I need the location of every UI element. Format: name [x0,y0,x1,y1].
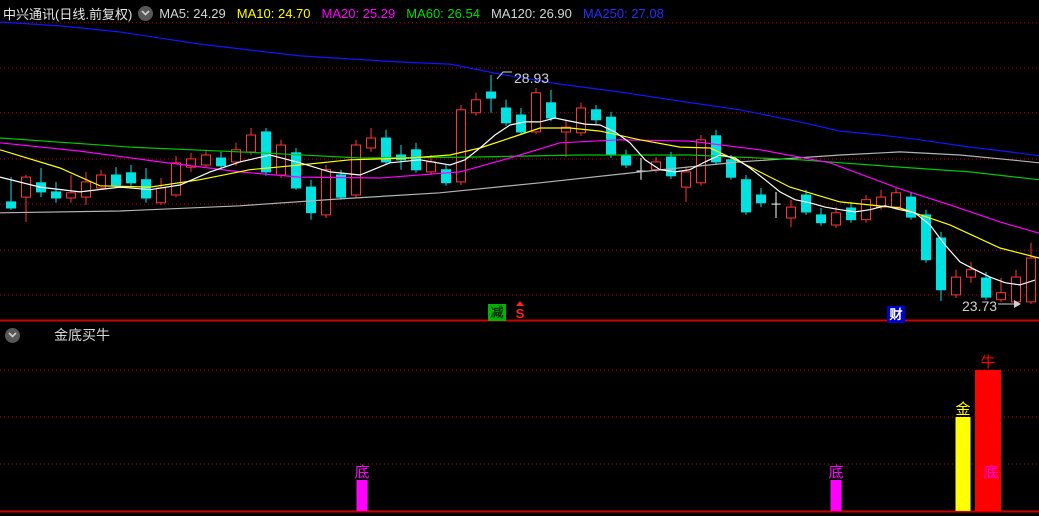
candle-body [741,179,751,213]
candle-body [696,139,706,184]
candle-body [501,107,511,124]
candle-body [831,212,841,226]
candle-body [306,186,316,214]
ma120-legend: MA120: 26.90 [490,5,572,21]
candle-body [621,154,631,166]
ma60-line [0,137,1039,181]
candle-body [936,237,946,291]
price-annotation: 28.93 [514,70,549,86]
ma250-line [0,21,1039,157]
candle-body [471,99,481,114]
candle-body [156,187,166,204]
price-annotation: 23.73 [962,298,997,314]
signal-bar [830,480,842,511]
ma20-legend: MA20: 25.29 [321,5,396,21]
candle-body [546,102,556,119]
candle-body [1011,276,1021,303]
indicator-title: 金底买牛 [54,327,110,343]
candle-body [681,171,691,188]
candle-body [201,154,211,166]
candle-body [366,137,376,149]
candle-body [426,161,436,173]
candle-body [6,201,16,209]
ma60-legend: MA60: 26.54 [406,5,480,21]
candle-body [261,131,271,173]
candle-body [336,174,346,198]
candle-body [591,109,601,121]
candle-body [351,144,361,196]
candle-body [111,174,121,186]
candle-body [801,194,811,213]
symbol-title: 中兴通讯(日线.前复权) [3,6,133,22]
ma10-line [0,127,1039,259]
sell-signal-label: S [516,306,525,321]
candle-body [966,269,976,278]
candle-body [756,194,766,204]
candle-body [816,214,826,224]
cai-badge-label: 财 [889,307,902,322]
stock-chart-app: 底 底 金 牛底 28.93 23.73 减 S 财 中兴通讯(日线.前复权) MA5: 24.… [0,0,1039,516]
candle-body [291,152,301,189]
indicator-panel-header: 金底买牛 [5,324,110,346]
candle-body [21,176,31,198]
candle-body [276,144,286,176]
chart-canvas[interactable]: 底 底 金 牛底 28.93 23.73 减 S 财 [0,0,1039,516]
candle-body [321,169,331,216]
candle-body [486,91,496,99]
signal-bar-label: 牛 [980,354,995,371]
jian-badge-label: 减 [490,305,503,320]
ma250-legend: MA250: 27.08 [582,5,664,21]
candle-body [996,292,1006,301]
signal-bar-label: 底 [983,464,998,481]
candle-body [216,157,226,167]
candle-body [441,169,451,184]
candle-body [666,156,676,177]
main-chart-header: 中兴通讯(日线.前复权) MA5: 24.29 MA10: 24.70 MA20… [3,2,675,24]
candle-body [981,277,991,298]
candle-body [846,207,856,221]
signal-bar-label: 底 [828,464,843,481]
signal-bar-label: 金 [955,401,970,418]
candle-body [171,162,181,196]
signal-bar [356,480,368,511]
candle-body [531,92,541,133]
collapse-indicator-panel-button[interactable] [5,327,20,343]
candle-body [126,172,136,184]
candle-body [606,116,616,156]
signal-bar-label: 底 [354,464,369,481]
chevron-down-icon [8,332,17,338]
signal-bar [975,370,1001,511]
candle-body [906,196,916,218]
candle-body [66,192,76,199]
candle-body [246,134,256,153]
candle-body [51,191,61,199]
ma10-legend: MA10: 24.70 [236,5,311,21]
signal-bar [955,417,971,511]
chevron-down-icon [141,10,150,16]
candle-body [81,181,91,198]
ma5-legend: MA5: 24.29 [159,5,226,21]
collapse-main-panel-button[interactable] [138,5,154,21]
candle-body [891,192,901,208]
candle-body [951,276,961,296]
candle-body [786,206,796,219]
